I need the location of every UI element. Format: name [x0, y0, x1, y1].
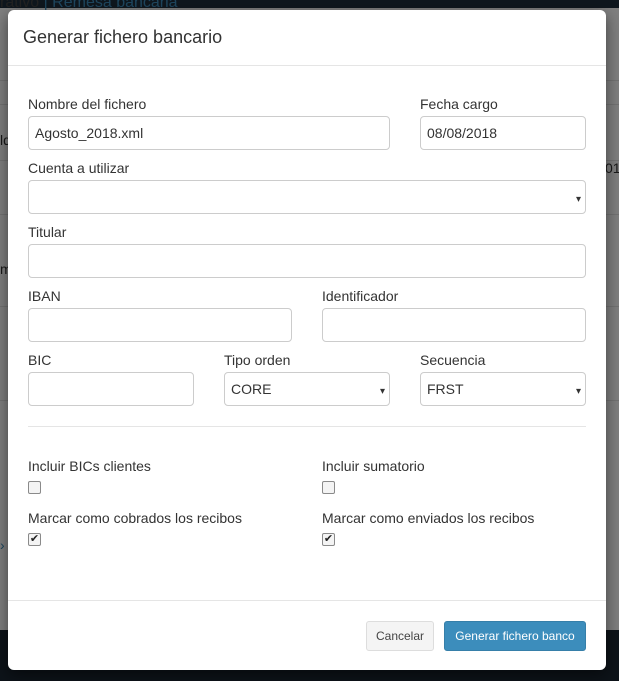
sequence-label: Secuencia: [420, 352, 486, 368]
file-name-label: Nombre del fichero: [28, 96, 147, 112]
mark-sent-checkbox[interactable]: ✔: [322, 533, 335, 546]
iban-label: IBAN: [28, 288, 61, 304]
cancel-button[interactable]: Cancelar: [366, 621, 434, 651]
generate-file-button[interactable]: Generar fichero banco: [444, 621, 586, 651]
charge-date-label: Fecha cargo: [420, 96, 498, 112]
generate-bank-file-dialog: Generar fichero bancario Nombre del fich…: [8, 10, 606, 670]
bic-label: BIC: [28, 352, 52, 368]
holder-label: Titular: [28, 224, 67, 240]
account-select[interactable]: ▾: [28, 180, 586, 214]
order-type-label: Tipo orden: [224, 352, 291, 368]
file-name-input[interactable]: Agosto_2018.xml: [28, 116, 390, 150]
chevron-down-icon: ▾: [379, 386, 385, 397]
chevron-down-icon: ▾: [575, 194, 581, 205]
iban-input[interactable]: [28, 308, 292, 342]
modal-title: Generar fichero bancario: [23, 27, 223, 47]
include-bics-label: Incluir BICs clientes: [28, 458, 151, 474]
chevron-down-icon: ▾: [575, 386, 581, 397]
sequence-value: FRST: [427, 381, 464, 397]
mark-sent-label: Marcar como enviados los recibos: [322, 510, 535, 526]
holder-input[interactable]: [28, 244, 586, 278]
identifier-label: Identificador: [322, 288, 399, 304]
include-sum-checkbox[interactable]: [322, 481, 335, 494]
mark-paid-checkbox[interactable]: ✔: [28, 533, 41, 546]
file-name-value: Agosto_2018.xml: [35, 125, 144, 141]
mark-paid-label: Marcar como cobrados los recibos: [28, 510, 242, 526]
order-type-select[interactable]: CORE ▾: [224, 372, 390, 406]
charge-date-input[interactable]: 08/08/2018: [420, 116, 586, 150]
bic-input[interactable]: [28, 372, 194, 406]
form-divider: [28, 426, 586, 427]
order-type-value: CORE: [231, 381, 272, 397]
identifier-input[interactable]: [322, 308, 586, 342]
include-sum-label: Incluir sumatorio: [322, 458, 425, 474]
charge-date-value: 08/08/2018: [427, 125, 498, 141]
modal-footer: Cancelar Generar fichero banco: [8, 600, 606, 670]
modal-header: Generar fichero bancario: [8, 10, 606, 66]
modal-body: Nombre del fichero Agosto_2018.xml Fecha…: [8, 66, 606, 600]
include-bics-checkbox[interactable]: [28, 481, 41, 494]
account-label: Cuenta a utilizar: [28, 160, 130, 176]
sequence-select[interactable]: FRST ▾: [420, 372, 586, 406]
